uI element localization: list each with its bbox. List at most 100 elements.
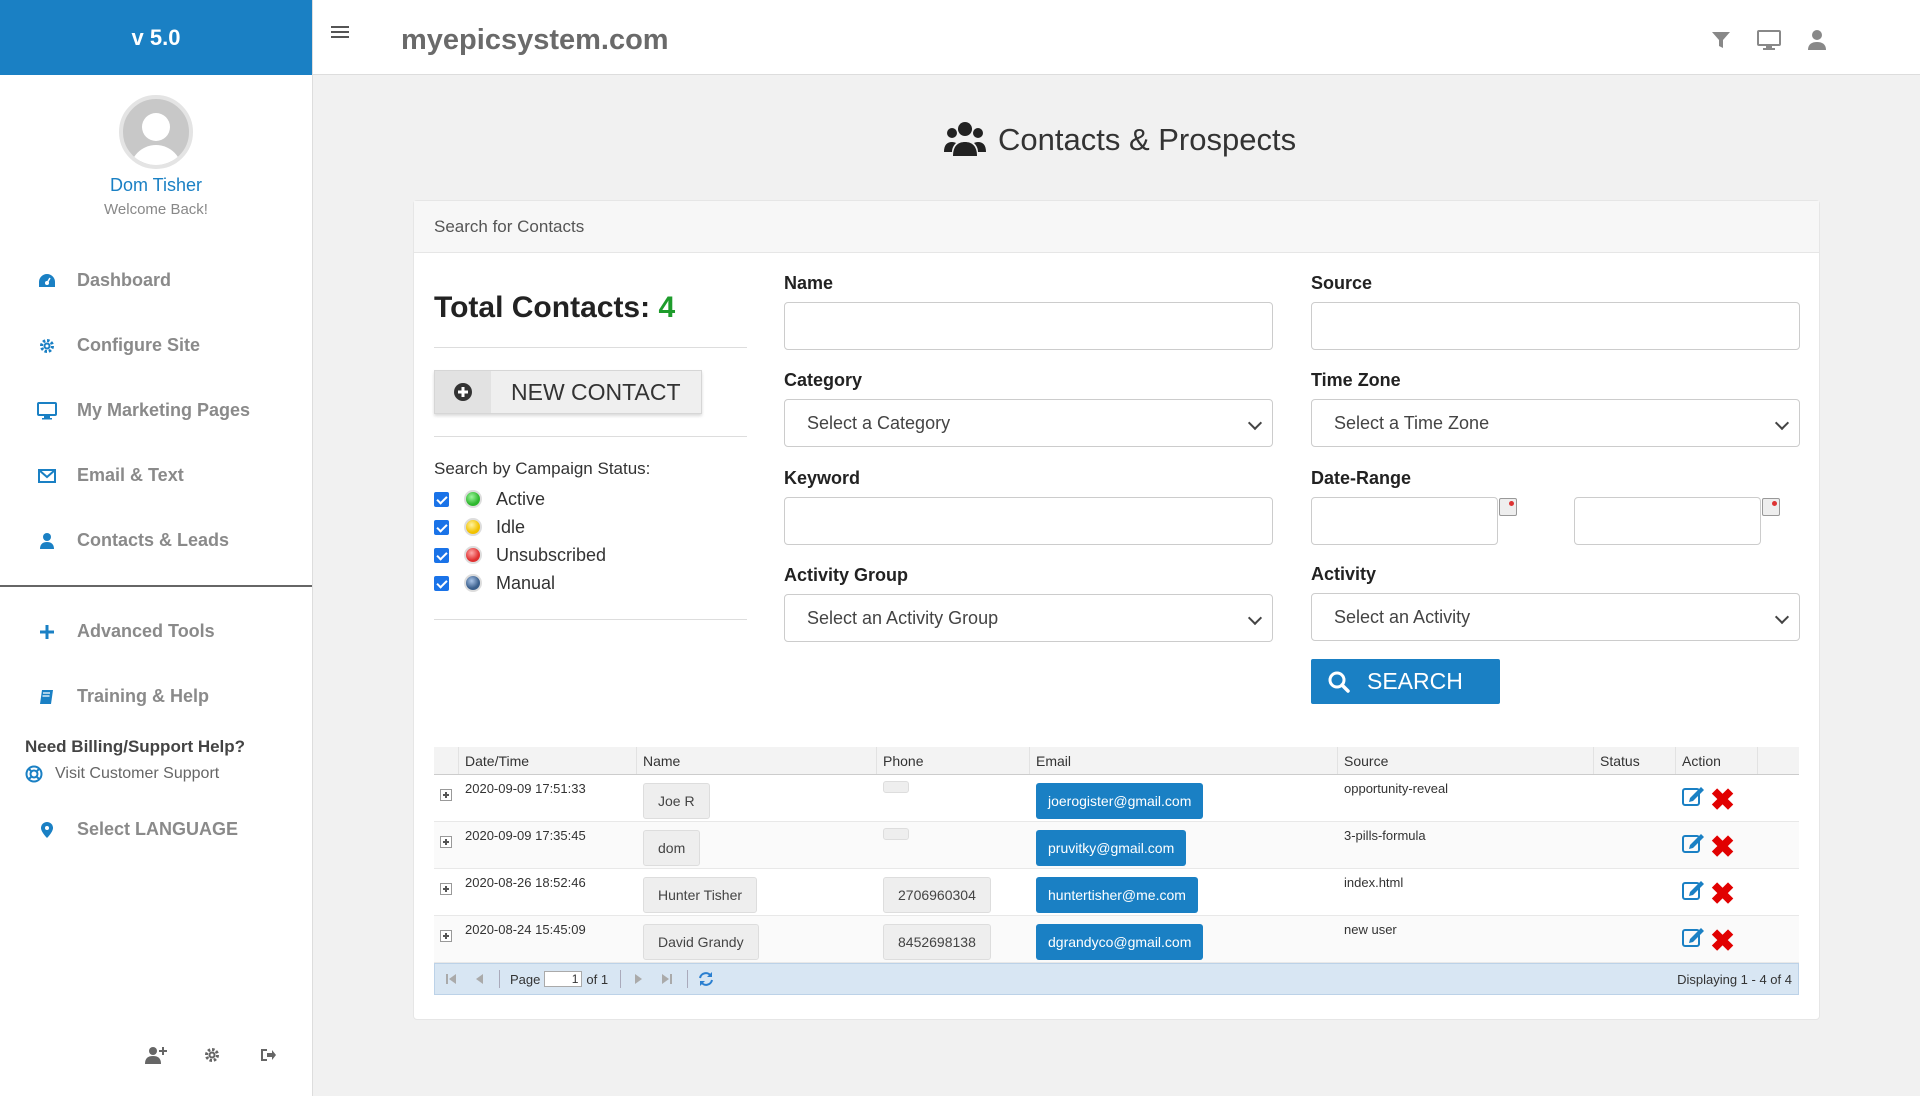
- sidebar-item-training-help[interactable]: Training & Help: [0, 664, 312, 729]
- row-datetime: 2020-08-26 18:52:46: [465, 875, 586, 890]
- active-checkbox[interactable]: [434, 491, 449, 507]
- campaign-status-title: Search by Campaign Status:: [434, 459, 651, 478]
- add-user-icon[interactable]: [145, 1044, 167, 1066]
- prev-page-icon[interactable]: [471, 971, 487, 987]
- logout-icon[interactable]: [257, 1044, 279, 1066]
- new-contact-button[interactable]: NEW CONTACT: [434, 370, 702, 414]
- new-contact-label: NEW CONTACT: [511, 378, 681, 405]
- user-icon: [37, 531, 57, 551]
- expand-row-icon[interactable]: [440, 930, 452, 942]
- page-number-input[interactable]: 1: [544, 971, 583, 987]
- row-phone[interactable]: [883, 781, 909, 793]
- divider: [434, 619, 747, 620]
- profile: Dom Tisher Welcome Back!: [0, 75, 312, 218]
- row-phone[interactable]: 2706960304: [883, 877, 991, 913]
- row-phone[interactable]: 8452698138: [883, 924, 991, 960]
- name-input[interactable]: [784, 302, 1273, 350]
- idle-checkbox[interactable]: [434, 519, 449, 535]
- divider: [434, 436, 747, 437]
- unsubscribed-status-icon: [464, 546, 482, 564]
- status-label: Active: [496, 488, 546, 509]
- user-profile-icon[interactable]: [1804, 28, 1830, 52]
- customer-support-link[interactable]: Visit Customer Support: [25, 765, 312, 783]
- expand-row-icon[interactable]: [440, 789, 452, 801]
- gear-icon: [37, 336, 57, 356]
- delete-icon[interactable]: ✖: [1710, 880, 1735, 910]
- column-header[interactable]: Status: [1594, 747, 1676, 774]
- active-status-icon: [464, 490, 482, 508]
- grid-pager: Page 1 of 1 Displaying 1 - 4 of 4: [434, 963, 1799, 995]
- filter-icon[interactable]: [1708, 28, 1734, 52]
- monitor-icon[interactable]: [1756, 28, 1782, 52]
- row-name[interactable]: Joe R: [643, 783, 710, 819]
- column-header[interactable]: Action: [1676, 747, 1758, 774]
- timezone-select[interactable]: Select a Time Zone: [1311, 399, 1800, 447]
- date-from-input[interactable]: [1311, 497, 1498, 545]
- column-header[interactable]: Email: [1030, 747, 1338, 774]
- pager-separator: [620, 970, 622, 988]
- daterange-label: Date-Range: [1311, 468, 1412, 488]
- column-header[interactable]: Source: [1338, 747, 1594, 774]
- unsubscribed-checkbox[interactable]: [434, 547, 449, 563]
- settings-icon[interactable]: [201, 1044, 223, 1066]
- row-name[interactable]: dom: [643, 830, 701, 866]
- last-page-icon[interactable]: [659, 971, 675, 987]
- sidebar-item-advanced-tools[interactable]: Advanced Tools: [0, 599, 312, 664]
- row-name[interactable]: Hunter Tisher: [643, 877, 758, 913]
- edit-icon[interactable]: [1682, 832, 1706, 856]
- avatar[interactable]: [119, 95, 193, 169]
- version-bar: v 5.0: [0, 0, 312, 75]
- billing-support: Need Billing/Support Help? Visit Custome…: [0, 737, 312, 783]
- expand-col-header: [434, 747, 459, 774]
- menu-toggle-icon[interactable]: [331, 26, 349, 40]
- column-header[interactable]: Date/Time: [459, 747, 637, 774]
- sidebar-item-marketing-pages[interactable]: My Marketing Pages: [0, 378, 312, 443]
- edit-icon[interactable]: [1682, 879, 1706, 903]
- row-email[interactable]: huntertisher@me.com: [1036, 877, 1198, 913]
- row-phone[interactable]: [883, 828, 909, 840]
- activity-group-label: Activity Group: [784, 565, 909, 585]
- category-select[interactable]: Select a Category: [784, 399, 1273, 447]
- delete-icon[interactable]: ✖: [1710, 786, 1735, 816]
- calendar-icon[interactable]: [1499, 498, 1517, 516]
- manual-checkbox[interactable]: [434, 575, 449, 591]
- row-source: opportunity-reveal: [1344, 781, 1449, 796]
- first-page-icon[interactable]: [443, 971, 459, 987]
- row-email[interactable]: joerogister@gmail.com: [1036, 783, 1204, 819]
- row-email[interactable]: pruvitky@gmail.com: [1036, 830, 1187, 866]
- keyword-input[interactable]: [784, 497, 1273, 545]
- delete-icon[interactable]: ✖: [1710, 927, 1735, 957]
- activity-group-value: Select an Activity Group: [807, 607, 999, 628]
- refresh-icon[interactable]: [698, 971, 714, 987]
- sidebar-item-configure-site[interactable]: Configure Site: [0, 313, 312, 378]
- left-column: Total Contacts: 4 NEW CONTACT Search by …: [434, 291, 747, 642]
- delete-icon[interactable]: ✖: [1710, 833, 1735, 863]
- edit-icon[interactable]: [1682, 926, 1706, 950]
- row-datetime: 2020-09-09 17:51:33: [465, 781, 586, 796]
- activity-select[interactable]: Select an Activity: [1311, 593, 1800, 641]
- date-to-input[interactable]: [1574, 497, 1761, 545]
- column-header[interactable]: Phone: [877, 747, 1030, 774]
- expand-row-icon[interactable]: [440, 883, 452, 895]
- search-button-label: SEARCH: [1367, 668, 1463, 694]
- row-email[interactable]: dgrandyco@gmail.com: [1036, 924, 1204, 960]
- expand-row-icon[interactable]: [440, 836, 452, 848]
- total-value: 4: [658, 291, 676, 324]
- sidebar-item-contacts-leads[interactable]: Contacts & Leads: [0, 508, 312, 573]
- source-label: Source: [1311, 273, 1373, 293]
- row-datetime: 2020-08-24 15:45:09: [465, 922, 586, 937]
- next-page-icon[interactable]: [631, 971, 647, 987]
- calendar-icon[interactable]: [1762, 498, 1780, 516]
- profile-name[interactable]: Dom Tisher: [0, 175, 312, 196]
- plus-circle-icon: [435, 371, 491, 413]
- sidebar-item-dashboard[interactable]: Dashboard: [0, 248, 312, 313]
- row-source: new user: [1344, 922, 1397, 937]
- select-language[interactable]: Select LANGUAGE: [0, 797, 312, 862]
- sidebar-item-email-text[interactable]: Email & Text: [0, 443, 312, 508]
- edit-icon[interactable]: [1682, 785, 1706, 809]
- activity-group-select[interactable]: Select an Activity Group: [784, 594, 1273, 642]
- row-name[interactable]: David Grandy: [643, 924, 759, 960]
- column-header[interactable]: Name: [637, 747, 877, 774]
- source-input[interactable]: [1311, 302, 1800, 350]
- search-button[interactable]: SEARCH: [1311, 659, 1500, 704]
